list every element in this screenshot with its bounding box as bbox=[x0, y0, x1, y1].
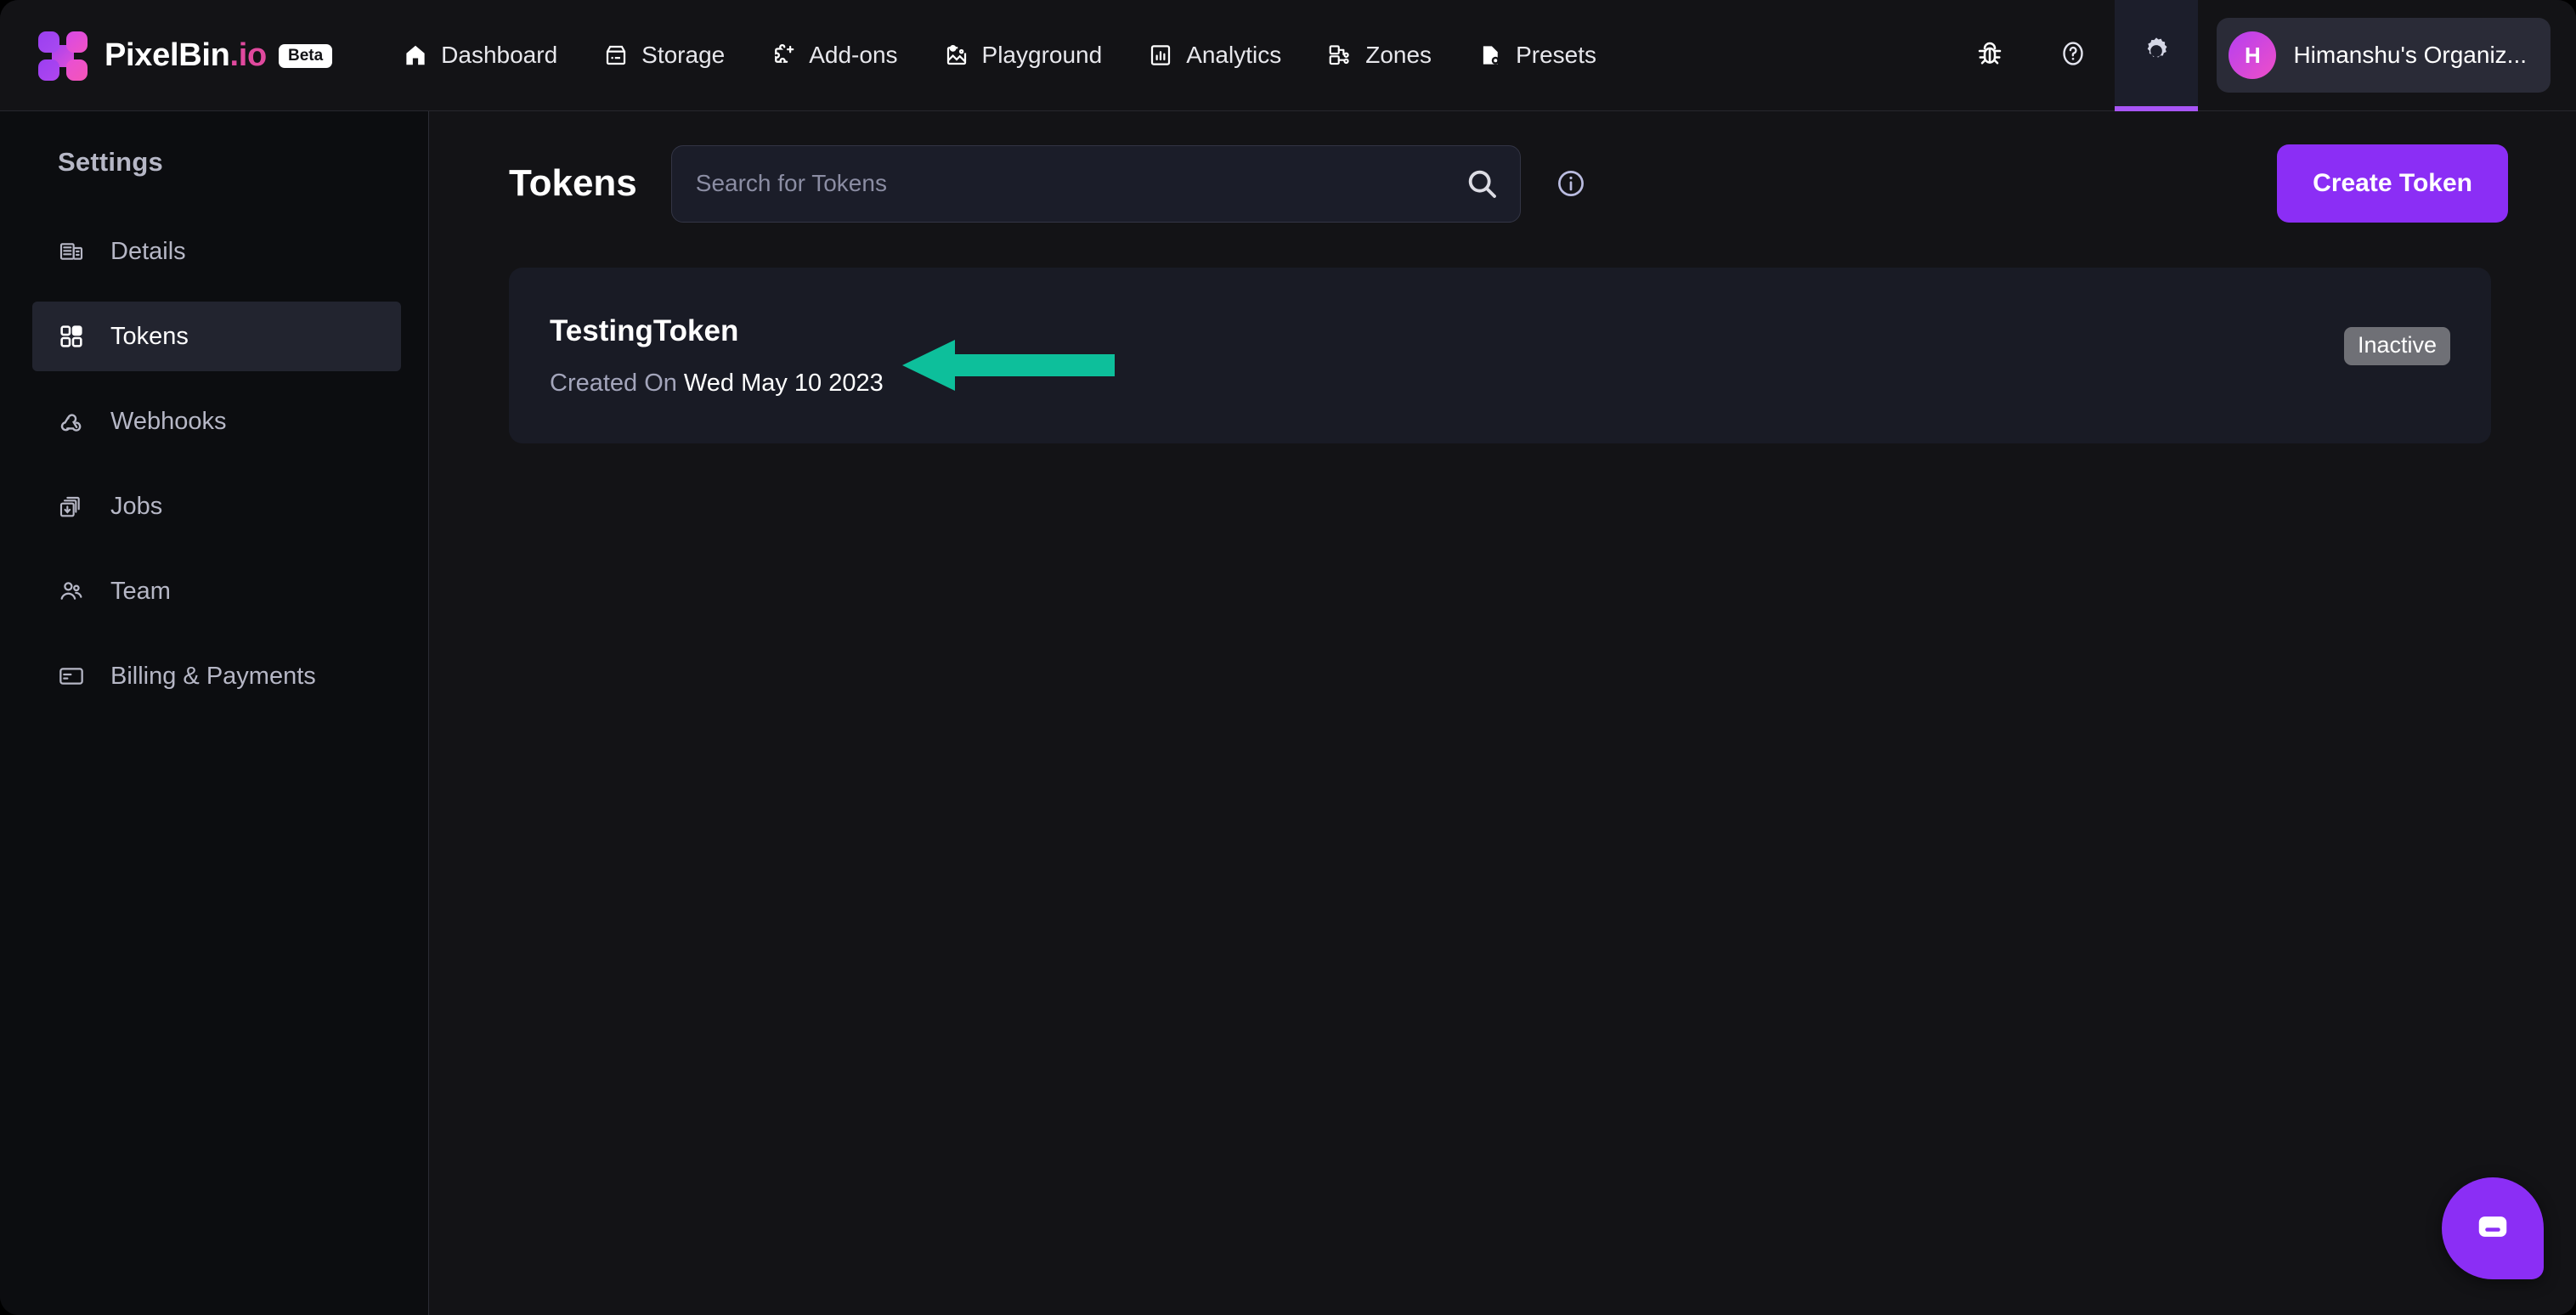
sidebar-item-label: Tokens bbox=[110, 322, 189, 350]
sidebar-item-details[interactable]: Details bbox=[32, 217, 401, 286]
status-badge: Inactive bbox=[2343, 327, 2450, 365]
sidebar-item-label: Webhooks bbox=[110, 407, 227, 435]
help-button[interactable] bbox=[2031, 0, 2115, 111]
sidebar-item-label: Details bbox=[110, 237, 186, 265]
sidebar-item-label: Jobs bbox=[110, 492, 163, 520]
token-card[interactable]: TestingToken Created On Wed May 10 2023 I… bbox=[509, 268, 2491, 443]
sidebar-item-team[interactable]: Team bbox=[32, 556, 401, 626]
bug-icon bbox=[1974, 38, 2005, 73]
home-icon bbox=[403, 42, 428, 68]
organization-selector[interactable]: H Himanshu's Organiz... bbox=[2217, 18, 2551, 93]
create-token-button[interactable]: Create Token bbox=[2277, 144, 2508, 223]
grid-blocks-icon bbox=[58, 323, 85, 350]
chat-bubble-icon bbox=[2471, 1205, 2515, 1253]
storage-icon bbox=[603, 42, 629, 68]
nav-right-actions: H Himanshu's Organiz... bbox=[1948, 0, 2576, 111]
organization-name: Himanshu's Organiz... bbox=[2293, 42, 2527, 68]
tokens-list: TestingToken Created On Wed May 10 2023 I… bbox=[509, 268, 2576, 443]
sidebar-item-billing-and-payments[interactable]: Billing & Payments bbox=[32, 641, 401, 711]
chat-widget-button[interactable] bbox=[2442, 1177, 2544, 1279]
image-gear-icon bbox=[944, 42, 969, 68]
sidebar-item-webhooks[interactable]: Webhooks bbox=[32, 387, 401, 456]
sidebar-title: Settings bbox=[58, 147, 163, 177]
credit-card-icon bbox=[58, 663, 85, 690]
token-created-label: Created On bbox=[550, 370, 677, 397]
search-input[interactable] bbox=[670, 144, 1521, 223]
app-window: PixelBin.io Beta Dashboard Storage Add-o… bbox=[0, 0, 2576, 1315]
nav-item-analytics[interactable]: Analytics bbox=[1125, 0, 1304, 111]
token-created-info: Created On Wed May 10 2023 bbox=[550, 370, 884, 398]
avatar: H bbox=[2229, 31, 2277, 79]
pixelbin-logo-icon bbox=[38, 31, 88, 81]
nav-item-label: Zones bbox=[1365, 42, 1432, 68]
question-circle-icon bbox=[2058, 38, 2088, 73]
brand-name: PixelBin.io bbox=[105, 37, 267, 74]
nav-item-label: Presets bbox=[1516, 42, 1596, 68]
nav-item-dashboard[interactable]: Dashboard bbox=[380, 0, 580, 111]
token-name: TestingToken bbox=[550, 314, 739, 347]
webhook-icon bbox=[58, 408, 85, 435]
sidebar-item-label: Team bbox=[110, 577, 171, 605]
sidebar-item-tokens[interactable]: Tokens bbox=[32, 302, 401, 371]
nav-item-label: Dashboard bbox=[441, 42, 558, 68]
nav-item-label: Storage bbox=[641, 42, 726, 68]
page-title: Tokens bbox=[509, 162, 637, 204]
gear-icon bbox=[2139, 34, 2173, 72]
file-gear-icon bbox=[1477, 42, 1503, 68]
brand-name-text: PixelBin bbox=[105, 37, 230, 73]
sidebar-item-label: Billing & Payments bbox=[110, 662, 316, 690]
main-nav-items: Dashboard Storage Add-ons Playground Ana… bbox=[380, 0, 1619, 110]
nav-item-label: Add-ons bbox=[809, 42, 898, 68]
people-icon bbox=[58, 578, 85, 605]
brand-logo[interactable]: PixelBin.io Beta bbox=[38, 0, 333, 111]
sidebar-item-list: Details Tokens Webhooks Jobs Team Billin… bbox=[0, 217, 428, 711]
puzzle-plus-icon bbox=[771, 42, 796, 68]
top-navigation-bar: PixelBin.io Beta Dashboard Storage Add-o… bbox=[0, 0, 2576, 111]
settings-button[interactable] bbox=[2115, 0, 2199, 111]
bar-chart-icon bbox=[1148, 42, 1173, 68]
jobs-stack-icon bbox=[58, 493, 85, 520]
report-bug-button[interactable] bbox=[1948, 0, 2031, 111]
token-created-value: Wed May 10 2023 bbox=[683, 370, 884, 397]
search-icon[interactable] bbox=[1465, 166, 1499, 200]
search-bar bbox=[670, 144, 1521, 223]
nav-item-storage[interactable]: Storage bbox=[580, 0, 748, 111]
zones-icon bbox=[1327, 42, 1353, 68]
nav-item-label: Playground bbox=[981, 42, 1103, 68]
building-icon bbox=[58, 238, 85, 265]
sidebar-item-jobs[interactable]: Jobs bbox=[32, 471, 401, 541]
tokens-header: Tokens Create Token bbox=[509, 141, 2576, 226]
brand-name-suffix: .io bbox=[229, 37, 268, 73]
nav-item-playground[interactable]: Playground bbox=[921, 0, 1126, 111]
nav-item-presets[interactable]: Presets bbox=[1455, 0, 1619, 111]
info-circle-icon[interactable] bbox=[1555, 167, 1587, 200]
beta-badge: Beta bbox=[278, 43, 333, 68]
nav-item-label: Analytics bbox=[1186, 42, 1282, 68]
nav-item-add-ons[interactable]: Add-ons bbox=[748, 0, 920, 111]
settings-sidebar: Settings Details Tokens Webhooks Jobs Te… bbox=[0, 111, 429, 1315]
main-content: Tokens Create Token TestingToken Created… bbox=[429, 111, 2576, 1315]
nav-item-zones[interactable]: Zones bbox=[1304, 0, 1455, 111]
